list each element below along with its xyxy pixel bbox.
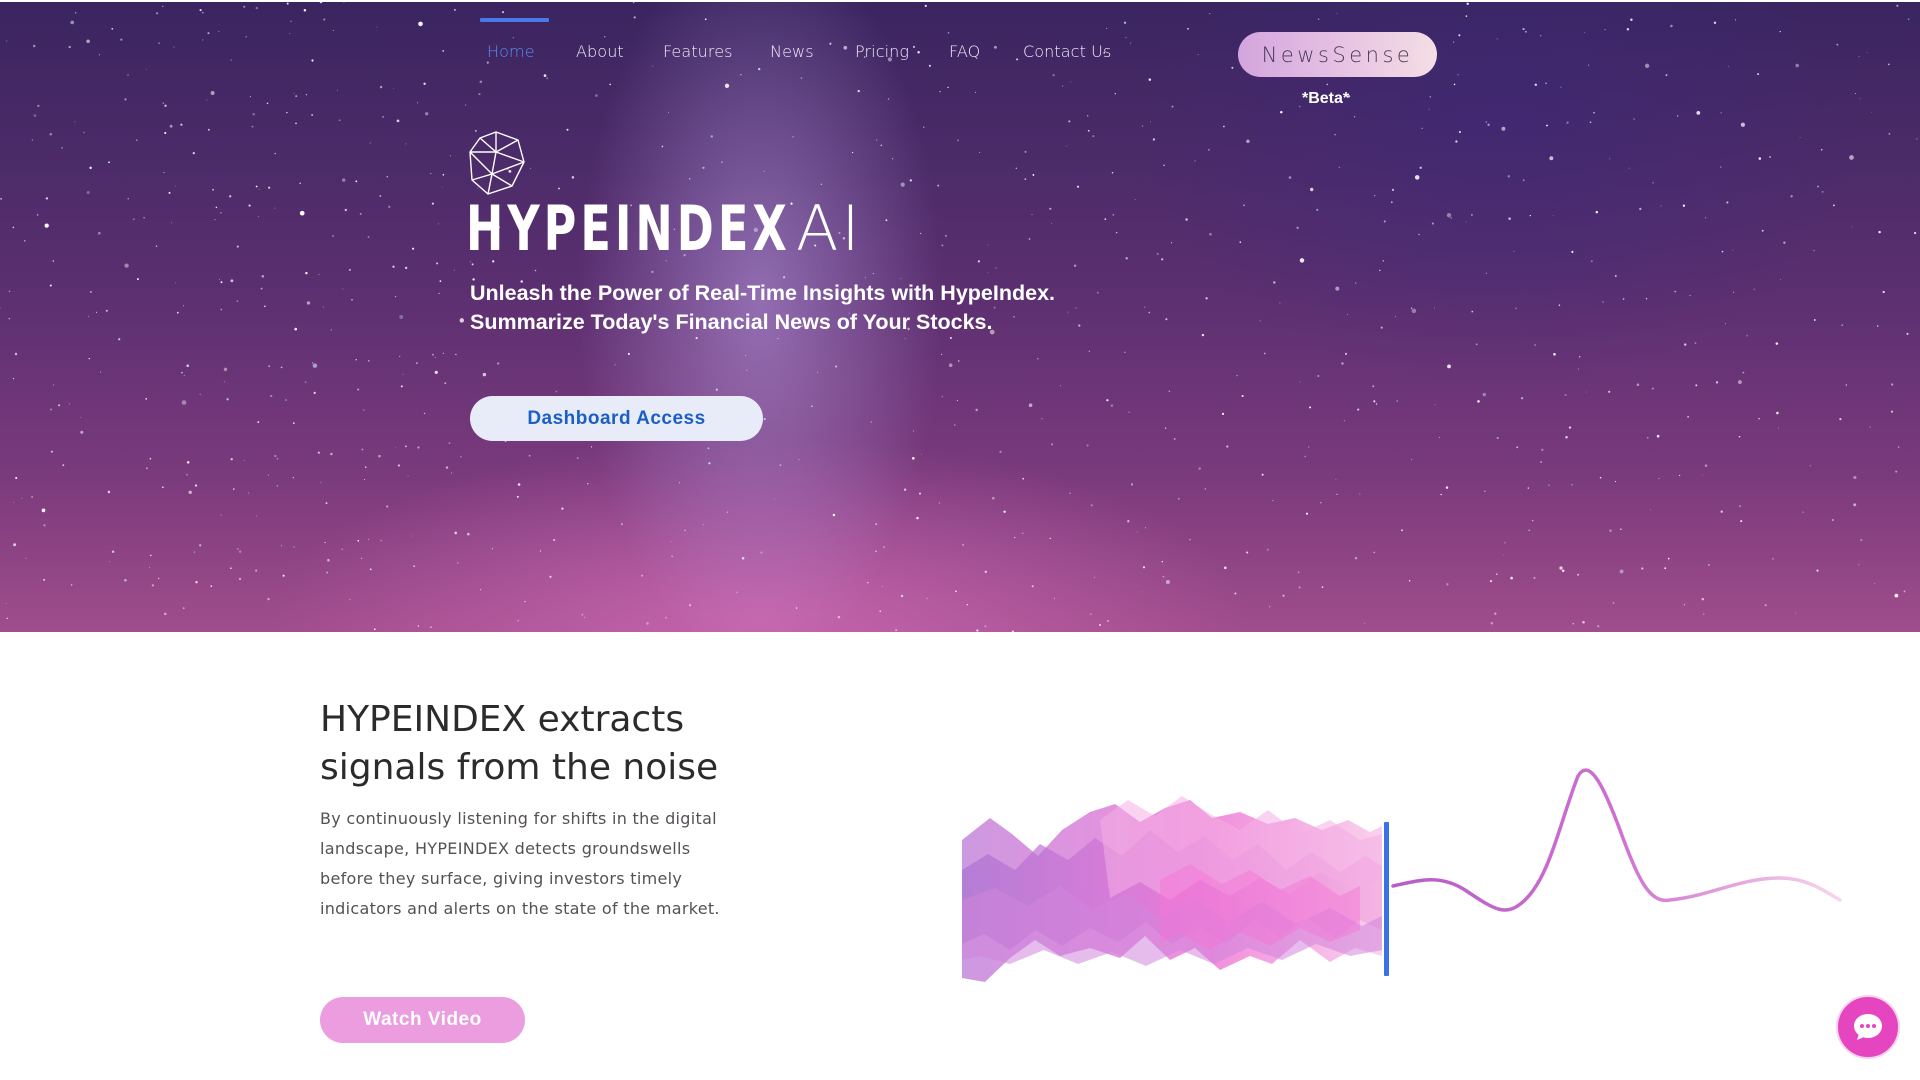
hero-tagline: Unleash the Power of Real-Time Insights …: [470, 279, 1170, 337]
nav-item-pricing[interactable]: Pricing: [855, 42, 909, 61]
chat-bubble-icon: [1854, 1014, 1882, 1040]
nav-item-contact-us[interactable]: Contact Us: [1023, 42, 1111, 61]
section-title-line-1: HYPEINDEX extracts: [320, 699, 685, 740]
tagline-line-1: Unleash the Power of Real-Time Insights …: [470, 281, 1055, 305]
nav-item-features[interactable]: Features: [663, 42, 733, 61]
brand-name: HYPEINDEX: [466, 192, 791, 265]
nav-item-faq[interactable]: FAQ: [949, 42, 980, 61]
beta-label: *Beta*: [1302, 90, 1350, 107]
description-line-1: By continuously listening for shifts in …: [320, 809, 717, 828]
watch-video-button[interactable]: Watch Video: [320, 997, 525, 1043]
noise-to-signal-wave-graphic: [962, 768, 1842, 982]
brand-suffix: AI: [796, 192, 863, 265]
nav-active-indicator: [480, 18, 549, 22]
tagline-line-2: Summarize Today's Financial News of Your…: [470, 310, 993, 334]
main-nav: Home About Features News Pricing FAQ Con…: [0, 0, 1920, 80]
description-line-2: landscape, HYPEINDEX detects groundswell…: [320, 839, 691, 858]
section-title: HYPEINDEX extracts signals from the nois…: [320, 696, 840, 792]
description-line-3: before they surface, giving investors ti…: [320, 869, 683, 888]
newssense-button[interactable]: NewsSense: [1238, 32, 1437, 77]
nav-item-home[interactable]: Home: [487, 42, 535, 61]
dashboard-access-button[interactable]: Dashboard Access: [470, 396, 763, 441]
section-title-line-2: signals from the noise: [320, 747, 719, 788]
chat-button[interactable]: [1836, 995, 1900, 1059]
brand-logo-text: HYPEINDEX AI: [466, 192, 872, 265]
description-line-4: indicators and alerts on the state of th…: [320, 899, 720, 918]
geometric-gem-icon: [469, 131, 525, 195]
hero-banner: Home About Features News Pricing FAQ Con…: [0, 0, 1920, 632]
nav-item-news[interactable]: News: [770, 42, 814, 61]
nav-item-about[interactable]: About: [576, 42, 624, 61]
section-description: By continuously listening for shifts in …: [320, 804, 740, 924]
